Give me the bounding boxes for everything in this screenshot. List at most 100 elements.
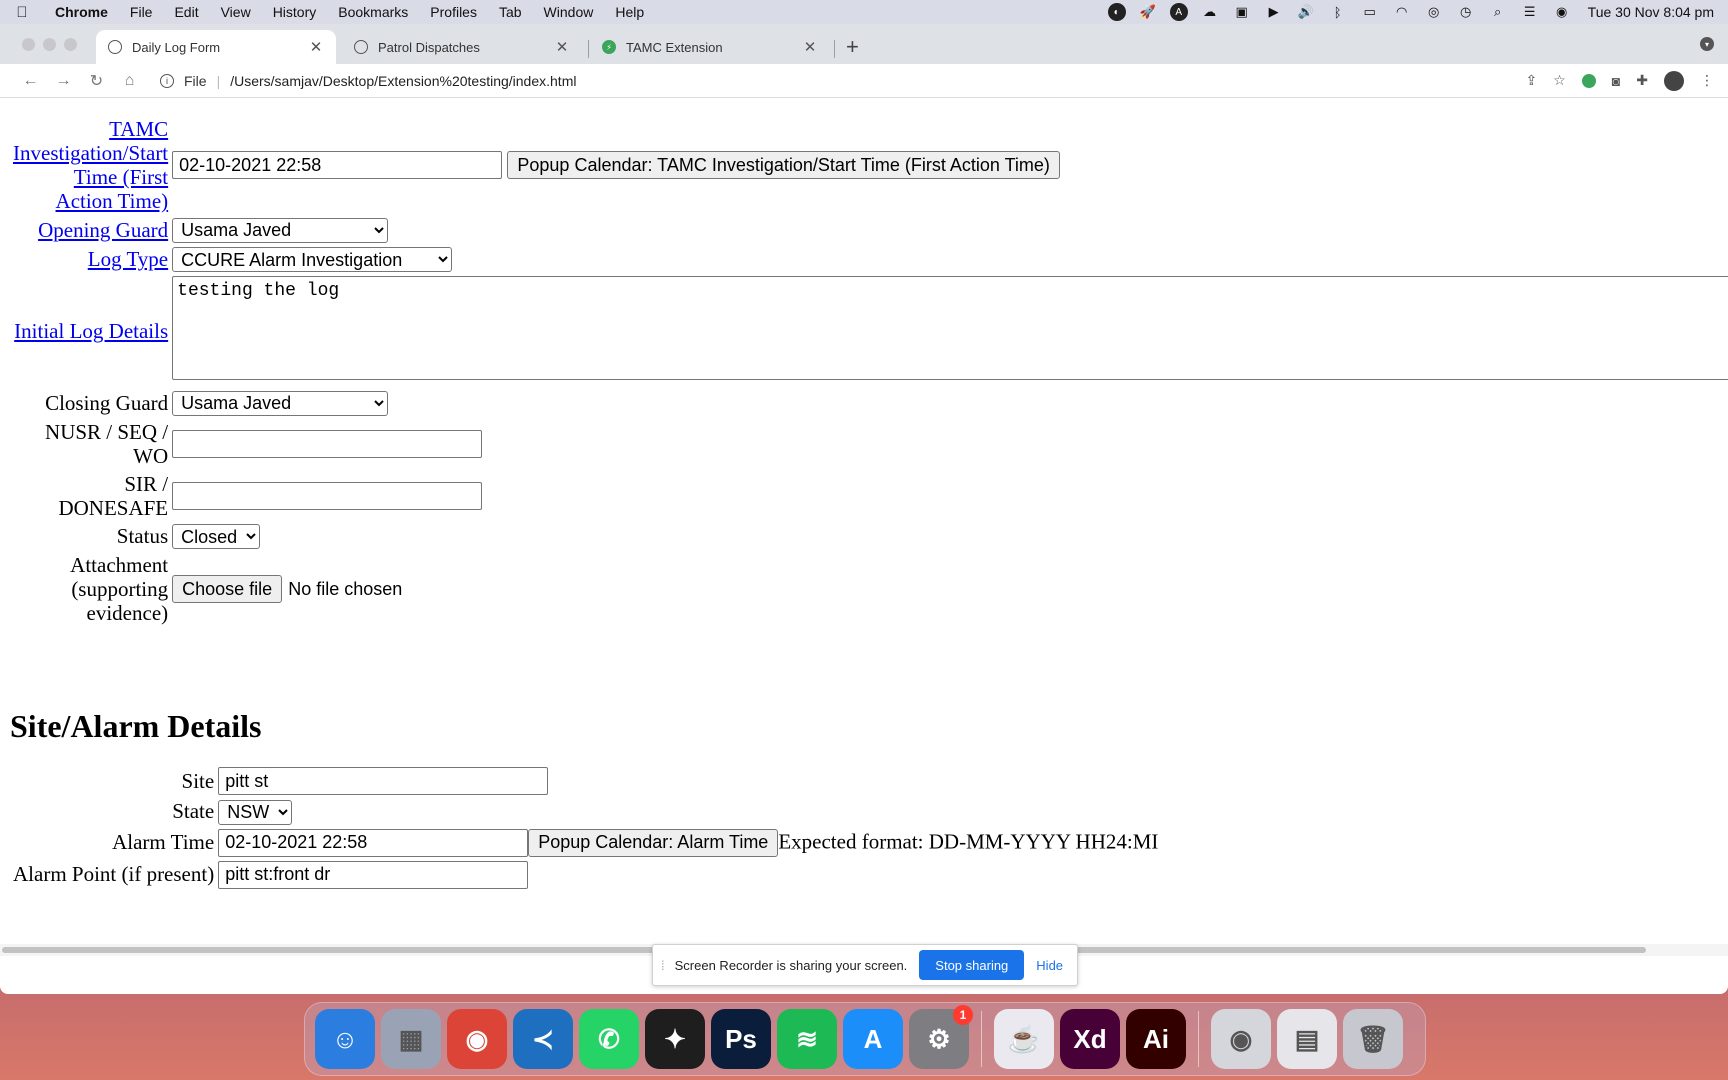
user-icon[interactable]: ◎ xyxy=(1424,4,1444,20)
alarm-point-input[interactable] xyxy=(218,860,529,889)
address-bar[interactable]: /Users/samjav/Desktop/Extension%20testin… xyxy=(230,73,576,89)
control-center-icon[interactable]: ☰ xyxy=(1520,4,1540,20)
whatsapp-dock-icon[interactable]: ✆ xyxy=(579,1009,639,1069)
nusr-input[interactable] xyxy=(172,429,483,458)
wifi-icon[interactable]: ◠ xyxy=(1392,4,1412,20)
initial-log-link[interactable]: Initial Log Details xyxy=(14,319,168,343)
menubar-clock[interactable]: Tue 30 Nov 8:04 pm xyxy=(1588,4,1714,20)
site-input[interactable] xyxy=(218,767,549,795)
closing-guard-select[interactable]: Usama Javed xyxy=(172,390,389,416)
hide-banner-link[interactable]: Hide xyxy=(1036,958,1063,973)
launchpad-dock-icon[interactable]: ▦ xyxy=(381,1009,441,1069)
extension-green-icon[interactable] xyxy=(1581,73,1596,88)
rocket-icon[interactable]: 🚀 xyxy=(1138,4,1158,20)
start-time-link[interactable]: TAMC Investigation/Start Time (First Act… xyxy=(13,117,168,213)
bag-icon[interactable]: ▣ xyxy=(1232,4,1252,20)
menu-file[interactable]: File xyxy=(119,4,164,20)
siri-icon[interactable]: ◉ xyxy=(1552,4,1572,20)
tab-tamc-extension[interactable]: ⚡ TAMC Extension ✕ xyxy=(590,30,830,64)
creative-cloud-icon[interactable]: ☁ xyxy=(1200,4,1220,20)
html-file-dock-icon[interactable]: ▤ xyxy=(1277,1009,1337,1069)
close-window-button[interactable] xyxy=(22,38,35,51)
menu-window[interactable]: Window xyxy=(533,4,605,20)
close-tab-icon[interactable]: ✕ xyxy=(308,38,324,56)
alarm-time-format-hint: Expected format: DD-MM-YYYY HH24:MI xyxy=(778,829,1159,853)
bluetooth-icon[interactable]: ᛒ xyxy=(1328,4,1348,20)
vscode-dock-icon[interactable]: ≺ xyxy=(513,1009,573,1069)
attachment-label: Attachment (supporting evidence) xyxy=(70,553,169,625)
close-tab-icon[interactable]: ✕ xyxy=(802,38,818,56)
volume-icon[interactable]: 🔊 xyxy=(1296,4,1316,20)
menu-view[interactable]: View xyxy=(210,4,262,20)
spotify-dock-icon[interactable]: ≋ xyxy=(777,1009,837,1069)
start-time-calendar-button[interactable]: Popup Calendar: TAMC Investigation/Start… xyxy=(507,151,1060,179)
app-a-icon[interactable]: A xyxy=(1169,3,1188,21)
back-arrow-icon[interactable]: ← xyxy=(14,72,47,90)
status-select[interactable]: Closed xyxy=(172,524,261,549)
figma-dock-icon[interactable]: ✦ xyxy=(645,1009,705,1069)
battery-icon[interactable]: ▭ xyxy=(1360,4,1380,20)
choose-file-button[interactable]: Choose file xyxy=(172,575,283,603)
state-select[interactable]: NSW xyxy=(218,799,293,825)
alarm-time-input[interactable] xyxy=(218,828,529,857)
menu-bookmarks[interactable]: Bookmarks xyxy=(327,4,419,20)
menu-edit[interactable]: Edit xyxy=(163,4,209,20)
screen-recorder-icon[interactable]: ◙ xyxy=(1612,73,1620,89)
chrome-window-dock-icon[interactable]: ◉ xyxy=(1211,1009,1271,1069)
apple-menu-icon[interactable]:  xyxy=(0,4,44,21)
start-time-input[interactable] xyxy=(172,151,503,179)
java-dock-icon[interactable]: ☕ xyxy=(994,1009,1054,1069)
illustrator-dock-icon[interactable]: Ai xyxy=(1126,1009,1186,1069)
drag-handle-icon[interactable]: ⁞ xyxy=(661,958,665,973)
bookmark-star-icon[interactable]: ☆ xyxy=(1553,72,1566,89)
profile-avatar[interactable] xyxy=(1664,70,1684,91)
spotlight-search-icon[interactable]: ⌕ xyxy=(1488,4,1508,20)
log-form: TAMC Investigation/Start Time (First Act… xyxy=(10,114,1728,628)
site-alarm-heading: Site/Alarm Details xyxy=(10,708,262,744)
browser-window: Daily Log Form ✕ Patrol Dispatches ✕ ⚡ T… xyxy=(0,24,1728,994)
log-type-select[interactable]: CCURE Alarm Investigation xyxy=(172,247,453,272)
menu-app-name[interactable]: Chrome xyxy=(44,4,119,20)
tab-daily-log-form[interactable]: Daily Log Form ✕ xyxy=(96,30,336,64)
trash-dock-icon[interactable]: 🗑 xyxy=(1343,1009,1403,1069)
finder-dock-icon[interactable]: ☺ xyxy=(315,1009,375,1069)
app-store-dock-icon[interactable]: A xyxy=(843,1009,903,1069)
log-type-link[interactable]: Log Type xyxy=(88,247,168,271)
close-tab-icon[interactable]: ✕ xyxy=(554,38,570,56)
reload-icon[interactable]: ↻ xyxy=(80,71,113,91)
zoom-window-button[interactable] xyxy=(64,38,77,51)
tab-search-icon[interactable]: ▾ xyxy=(1700,37,1714,51)
adobe-xd-dock-icon[interactable]: Xd xyxy=(1060,1009,1120,1069)
minimize-window-button[interactable] xyxy=(43,38,56,51)
extensions-puzzle-icon[interactable]: ✚ xyxy=(1636,72,1648,89)
kebab-menu-icon[interactable]: ⋮ xyxy=(1700,72,1714,89)
photoshop-dock-icon[interactable]: Ps xyxy=(711,1009,771,1069)
menu-profiles[interactable]: Profiles xyxy=(419,4,488,20)
time-machine-icon[interactable]: ◷ xyxy=(1456,4,1476,20)
url-scheme: File xyxy=(184,72,207,89)
site-label: Site xyxy=(181,768,215,793)
opening-guard-select[interactable]: Usama Javed xyxy=(172,217,389,243)
home-icon[interactable]: ⌂ xyxy=(113,72,146,90)
menu-tab[interactable]: Tab xyxy=(488,4,533,20)
new-tab-icon[interactable]: + xyxy=(846,34,859,60)
sir-label: SIR / DONESAFE xyxy=(58,471,169,520)
dark-mode-icon[interactable]: ◐ xyxy=(1107,3,1126,21)
share-icon[interactable]: ⇪ xyxy=(1526,72,1538,89)
site-info-icon[interactable]: i xyxy=(160,73,174,88)
sir-input[interactable] xyxy=(172,481,483,510)
alarm-point-label: Alarm Point (if present) xyxy=(13,862,215,886)
opening-guard-link[interactable]: Opening Guard xyxy=(38,218,168,242)
menu-help[interactable]: Help xyxy=(604,4,655,20)
forward-arrow-icon[interactable]: → xyxy=(47,72,80,90)
play-icon[interactable]: ▶ xyxy=(1264,4,1284,20)
initial-log-textarea[interactable]: testing the log xyxy=(172,276,1728,380)
chrome-dock-icon[interactable]: ◉ xyxy=(447,1009,507,1069)
stop-sharing-button[interactable]: Stop sharing xyxy=(919,950,1025,980)
tab-patrol-dispatches[interactable]: Patrol Dispatches ✕ xyxy=(342,30,582,64)
dock-separator xyxy=(1198,1011,1199,1067)
menu-history[interactable]: History xyxy=(262,4,328,20)
alarm-time-calendar-button[interactable]: Popup Calendar: Alarm Time xyxy=(528,828,779,857)
system-preferences-dock-icon[interactable]: ⚙ 1 xyxy=(909,1005,973,1069)
file-status-text: No file chosen xyxy=(288,578,403,599)
